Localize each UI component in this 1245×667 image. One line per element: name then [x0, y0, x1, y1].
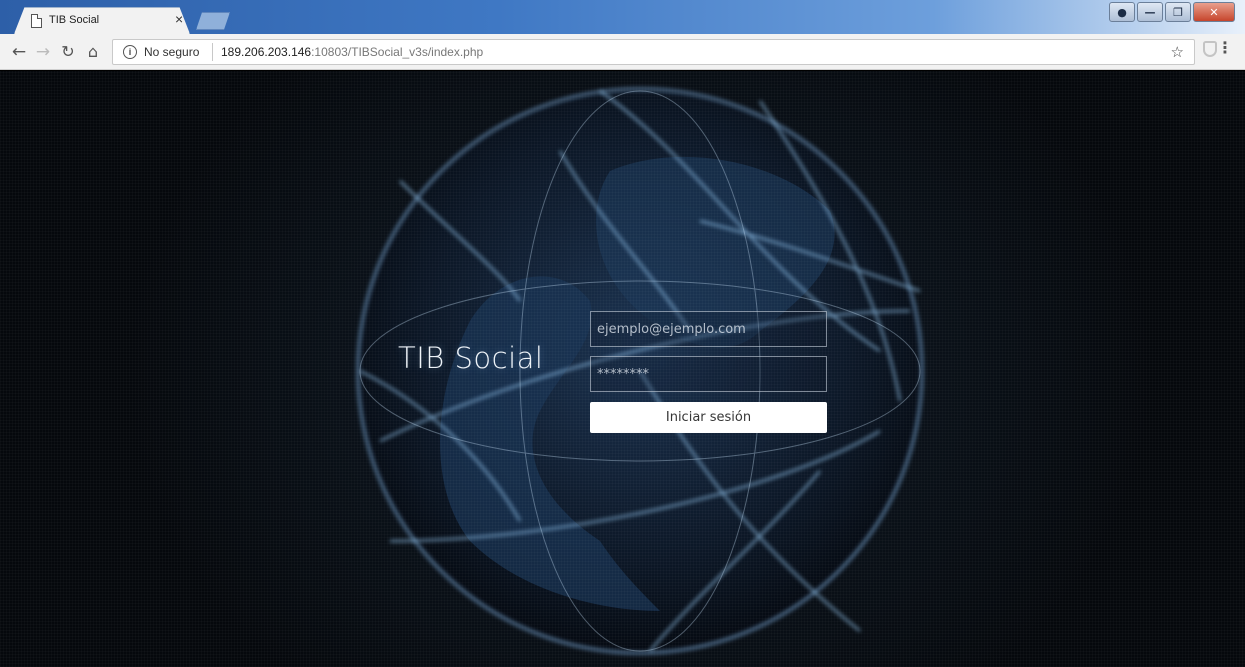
browser-toolbar: ← → ↻ ⌂ i No seguro 189.206.203.146:1080… [0, 34, 1245, 70]
login-button[interactable]: Iniciar sesión [590, 402, 827, 433]
tab-close-icon[interactable]: × [175, 11, 183, 27]
info-icon[interactable]: i [123, 45, 137, 59]
new-tab-button[interactable] [196, 12, 230, 30]
url-text[interactable]: 189.206.203.146:10803/TIBSocial_v3s/inde… [221, 45, 483, 59]
login-page: TIB Social Iniciar sesión [0, 71, 1245, 667]
forward-arrow-icon[interactable]: → [32, 41, 54, 63]
user-profile-icon[interactable]: ● [1109, 2, 1135, 22]
minimize-button[interactable]: — [1137, 2, 1163, 22]
back-arrow-icon[interactable]: ← [8, 41, 30, 63]
title-bar: TIB Social × ● — ❐ ✕ [0, 0, 1245, 34]
url-divider [212, 43, 213, 61]
url-path: :10803/TIBSocial_v3s/index.php [311, 45, 484, 59]
brand-title: TIB Social [398, 341, 544, 375]
url-host: 189.206.203.146 [221, 45, 312, 59]
page-icon [31, 14, 42, 28]
address-bar[interactable]: i No seguro 189.206.203.146:10803/TIBSoc… [112, 39, 1195, 65]
tab-title: TIB Social [49, 14, 100, 26]
reload-icon[interactable]: ↻ [57, 41, 79, 63]
menu-dots-icon[interactable]: ⋮ [1217, 40, 1233, 56]
bookmark-star-icon[interactable]: ☆ [1171, 43, 1184, 61]
password-input[interactable] [590, 356, 827, 392]
browser-tab[interactable]: TIB Social × [14, 7, 190, 34]
home-icon[interactable]: ⌂ [82, 41, 104, 63]
restore-button[interactable]: ❐ [1165, 2, 1191, 22]
window-controls: ● — ❐ ✕ [1109, 2, 1235, 24]
email-input[interactable] [590, 311, 827, 347]
security-label[interactable]: No seguro [144, 45, 199, 59]
close-window-button[interactable]: ✕ [1193, 2, 1235, 22]
extension-shield-icon[interactable] [1203, 41, 1217, 57]
